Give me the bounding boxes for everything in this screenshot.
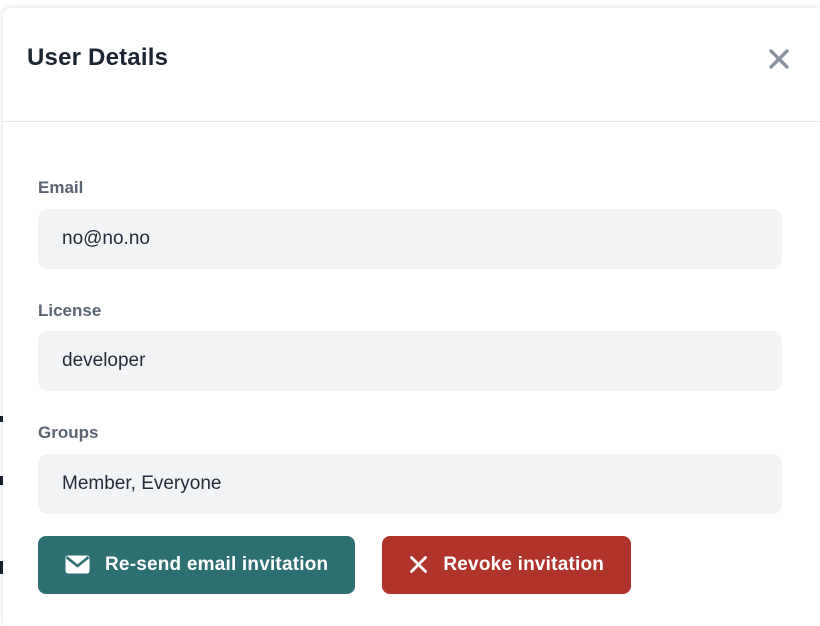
email-field-group: Email no@no.no [38,178,782,269]
license-field-group: License developer [38,301,782,392]
revoke-button-label: Revoke invitation [443,554,604,576]
email-field: no@no.no [38,209,782,269]
close-x-icon [766,46,792,72]
envelope-icon [65,555,90,574]
user-details-modal: User Details Email no@no.no License deve… [3,8,820,626]
modal-header: User Details [3,8,820,122]
resend-email-invitation-button[interactable]: Re-send email invitation [38,536,355,594]
groups-field: Member, Everyone [38,454,782,514]
modal-actions: Re-send email invitation Revoke invitati… [38,536,782,594]
revoke-invitation-button[interactable]: Revoke invitation [382,536,631,594]
groups-field-label: Groups [38,423,782,443]
close-button[interactable] [764,44,794,74]
license-field: developer [38,331,782,391]
resend-button-label: Re-send email invitation [105,554,328,576]
groups-field-group: Groups Member, Everyone [38,423,782,514]
email-field-label: Email [38,178,782,198]
x-icon [409,555,428,574]
license-field-label: License [38,301,782,321]
page-title: User Details [27,44,168,72]
modal-body: Email no@no.no License developer Groups … [3,178,820,594]
